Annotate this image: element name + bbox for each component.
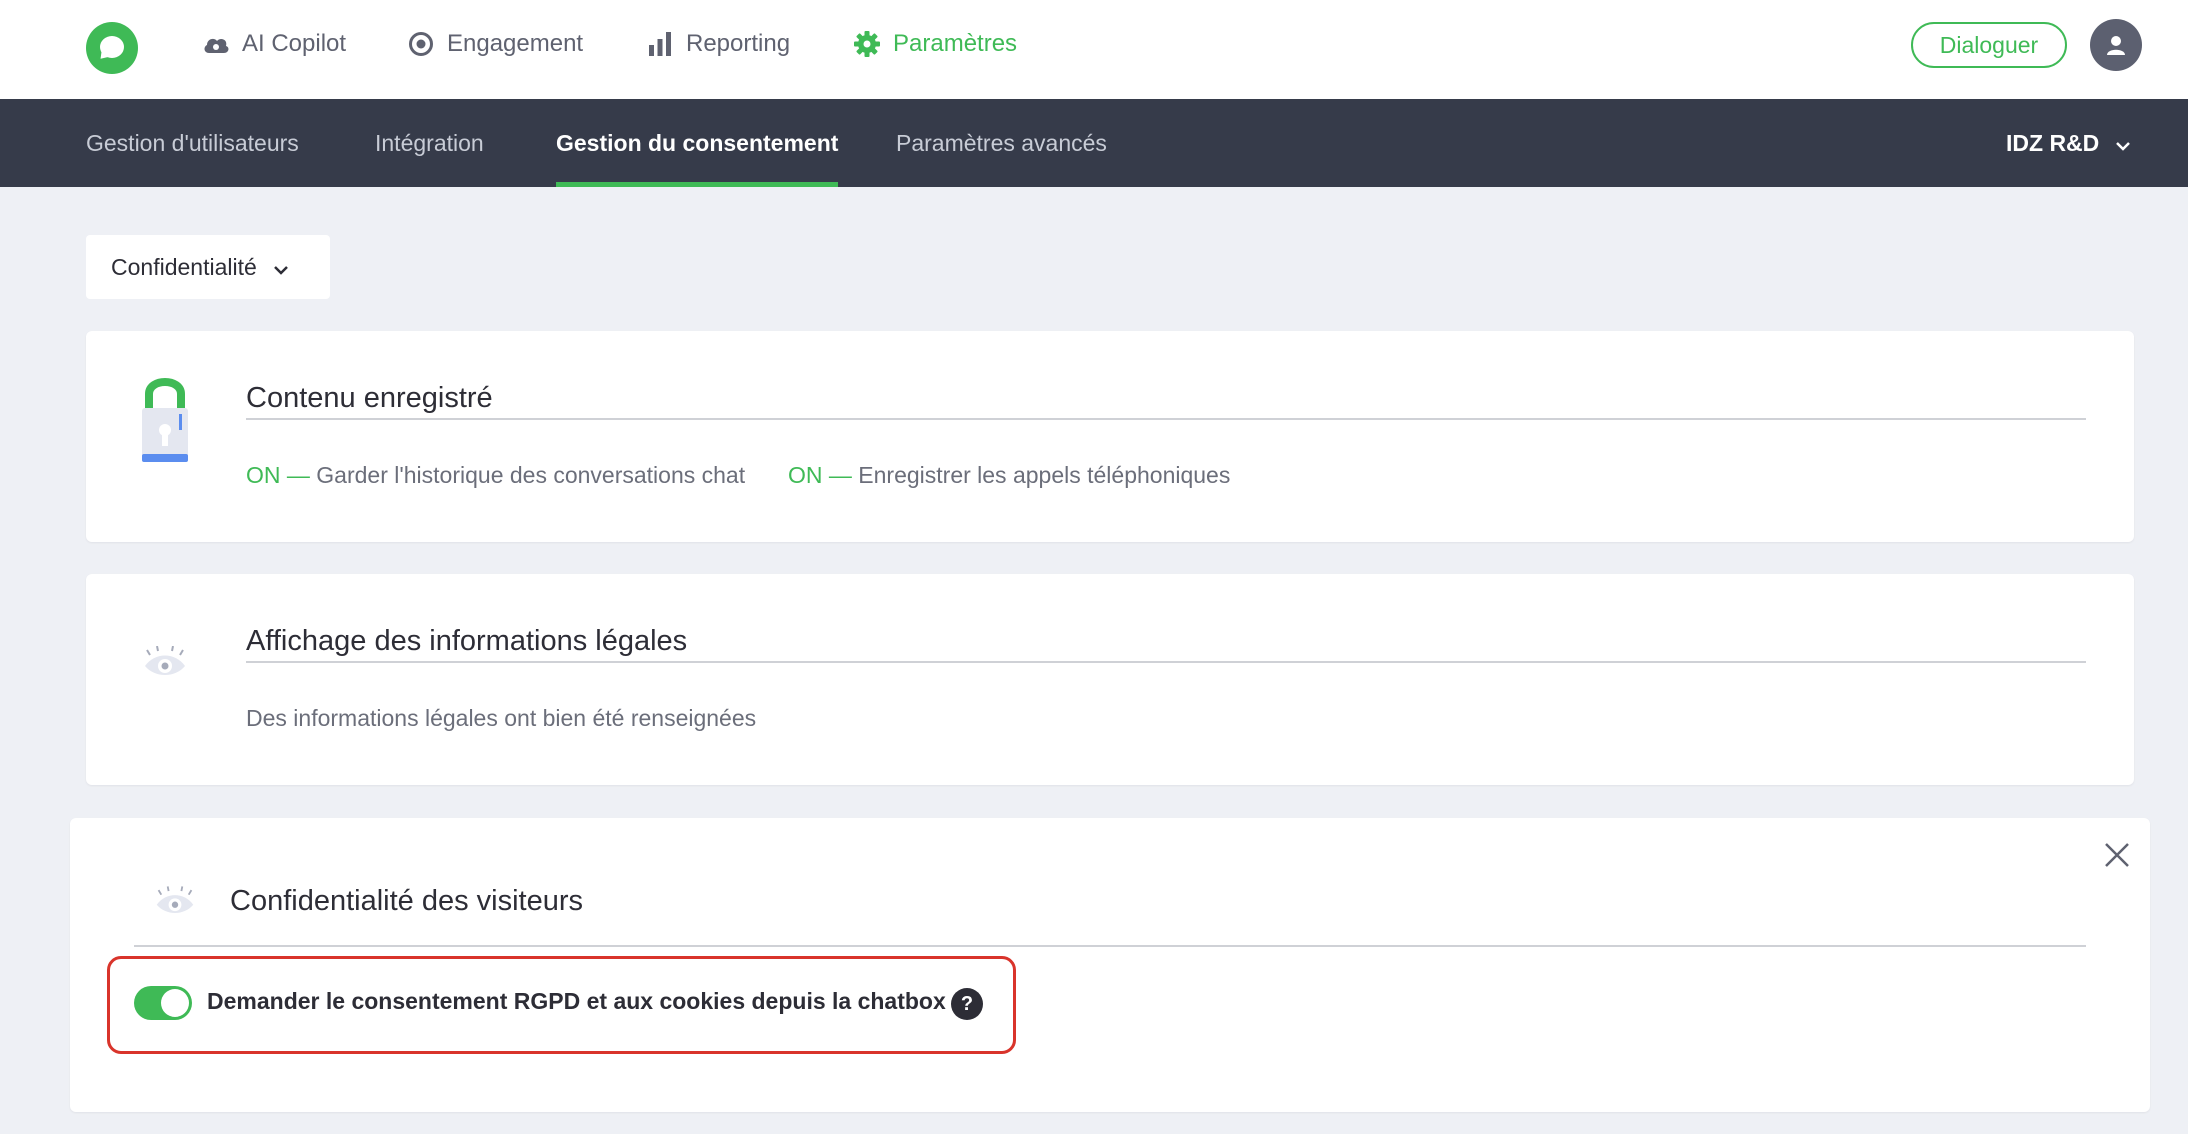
- chevron-down-icon: [273, 254, 289, 281]
- recorded-item-chat: ON — Garder l'historique des conversatio…: [246, 462, 745, 489]
- eye-icon: [142, 645, 188, 685]
- status-on: ON —: [246, 462, 310, 488]
- chevron-down-icon: [2115, 130, 2131, 157]
- nav-item-ai-copilot[interactable]: AI Copilot: [202, 26, 346, 62]
- recorded-item-label: Enregistrer les appels téléphoniques: [858, 462, 1231, 488]
- nav-item-label: Engagement: [447, 30, 584, 57]
- legal-info-status: Des informations légales ont bien été re…: [246, 705, 757, 731]
- nav-item-label: Paramètres: [893, 30, 1018, 57]
- recorded-content-card[interactable]: Contenu enregistré ON — Garder l'histori…: [86, 331, 2134, 542]
- close-icon[interactable]: [2102, 840, 2132, 870]
- tab-parametres-avances[interactable]: Paramètres avancés: [896, 99, 1107, 187]
- card-title: Confidentialité des visiteurs: [230, 885, 584, 917]
- filter-selected-label: Confidentialité: [111, 253, 257, 280]
- eye-icon: [154, 886, 196, 923]
- tab-gestion-utilisateurs[interactable]: Gestion d'utilisateurs: [86, 99, 299, 187]
- nav-item-parametres[interactable]: Paramètres: [853, 26, 1017, 62]
- top-navigation: AI Copilot Engagement Reporting Paramètr…: [0, 0, 2188, 99]
- tab-integration[interactable]: Intégration: [375, 99, 484, 187]
- help-icon[interactable]: ?: [951, 988, 983, 1020]
- card-divider: [246, 418, 2086, 420]
- card-divider: [134, 945, 2086, 947]
- nav-item-reporting[interactable]: Reporting: [646, 26, 790, 62]
- recorded-item-calls: ON — Enregistrer les appels téléphonique…: [788, 462, 1230, 489]
- legal-info-card[interactable]: Affichage des informations légales Des i…: [86, 574, 2134, 785]
- bar-chart-icon: [646, 30, 674, 58]
- gdpr-consent-toggle[interactable]: [134, 986, 192, 1020]
- nav-item-label: Reporting: [686, 30, 791, 57]
- recorded-item-label: Garder l'historique des conversations ch…: [316, 462, 746, 488]
- gear-icon: [853, 30, 881, 58]
- status-on: ON —: [788, 462, 852, 488]
- account-label: IDZ R&D: [2006, 129, 2100, 156]
- card-title: Affichage des informations légales: [246, 625, 688, 657]
- padlock-icon: [140, 376, 190, 469]
- account-selector[interactable]: IDZ R&D: [2006, 99, 2131, 187]
- nav-item-engagement[interactable]: Engagement: [407, 26, 583, 62]
- cloud-icon: [202, 30, 230, 58]
- category-filter-dropdown[interactable]: Confidentialité: [86, 235, 330, 299]
- gdpr-consent-label: Demander le consentement RGPD et aux coo…: [207, 988, 946, 1014]
- card-divider: [246, 661, 2086, 663]
- tab-gestion-consentement[interactable]: Gestion du consentement: [556, 99, 839, 187]
- settings-subnav: Gestion d'utilisateurs Intégration Gesti…: [0, 99, 2188, 187]
- target-icon: [407, 30, 435, 58]
- app-logo-icon[interactable]: [86, 22, 138, 74]
- nav-item-label: AI Copilot: [242, 30, 347, 57]
- card-title: Contenu enregistré: [246, 382, 493, 414]
- dialoguer-button[interactable]: Dialoguer: [1911, 22, 2067, 68]
- user-avatar-icon[interactable]: [2090, 19, 2142, 71]
